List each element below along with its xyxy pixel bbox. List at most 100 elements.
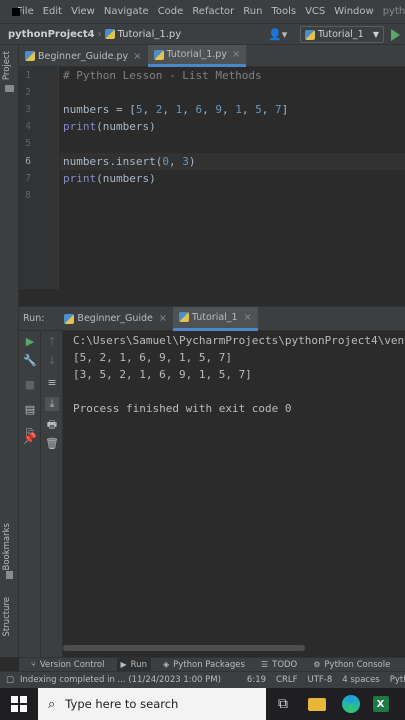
scroll-to-end-icon[interactable]: ⤓ bbox=[45, 397, 59, 411]
line-number-gutter: 1 2 3 4 5 6 7 8 bbox=[19, 67, 59, 289]
code-call: numbers.insert( bbox=[63, 155, 163, 168]
task-view-icon: ⧉ bbox=[278, 696, 288, 712]
status-message[interactable]: Indexing completed in ... (11/24/2023 1:… bbox=[20, 675, 221, 685]
python-console-icon: ⚙ bbox=[313, 660, 321, 669]
code-number: 6 bbox=[195, 103, 203, 116]
taskbar-search-placeholder: Type here to search bbox=[65, 697, 179, 711]
pin-icon[interactable]: 📌 bbox=[23, 432, 37, 446]
python-file-icon bbox=[64, 313, 75, 324]
stop-icon[interactable]: ■ bbox=[23, 378, 37, 392]
code-number: 9 bbox=[215, 103, 222, 116]
code-line-3: numbers = [5, 2, 1, 6, 9, 1, 5, 7] bbox=[63, 103, 289, 116]
line-number-current: 6 bbox=[25, 156, 31, 167]
menu-window[interactable]: Window bbox=[334, 6, 373, 17]
line-number: 2 bbox=[25, 87, 31, 98]
soft-wrap-icon[interactable]: ≡ bbox=[45, 376, 59, 390]
code-number: 2 bbox=[155, 103, 163, 116]
menu-vcs[interactable]: VCS bbox=[305, 6, 325, 17]
breadcrumb-file[interactable]: Tutorial_1.py bbox=[104, 29, 181, 40]
menu-run[interactable]: Run bbox=[243, 6, 262, 17]
file-encoding[interactable]: UTF-8 bbox=[307, 675, 332, 685]
code-editor[interactable]: 1 2 3 4 5 6 7 8 # Python Lesson - List M… bbox=[19, 67, 405, 289]
structure-tool-button[interactable]: Structure bbox=[2, 597, 12, 637]
branch-icon: ⑂ bbox=[31, 660, 36, 669]
trash-icon[interactable]: 🗑 bbox=[45, 437, 59, 451]
line-number: 8 bbox=[25, 190, 31, 201]
close-icon[interactable]: × bbox=[244, 312, 252, 323]
run-console[interactable]: C:\Users\Samuel\PycharmProjects\pythonPr… bbox=[63, 331, 405, 641]
console-line: C:\Users\Samuel\PycharmProjects\pythonPr… bbox=[73, 334, 405, 347]
tool-todo[interactable]: ☰ TODO bbox=[257, 658, 301, 672]
wrench-icon[interactable]: 🔧 bbox=[23, 354, 37, 368]
project-tool-button[interactable]: Project bbox=[2, 51, 12, 80]
run-icon[interactable] bbox=[391, 29, 400, 41]
tab-beginner-guide[interactable]: Beginner_Guide.py × bbox=[19, 45, 148, 67]
rerun-icon[interactable]: ▶ bbox=[23, 335, 37, 349]
start-button[interactable] bbox=[0, 688, 38, 720]
tab-tutorial-1[interactable]: Tutorial_1.py × bbox=[147, 45, 247, 67]
navigation-bar: pythonProject4 › Tutorial_1.py 👤▾ Tutori… bbox=[0, 23, 405, 45]
tool-python-packages[interactable]: ◈ Python Packages bbox=[159, 658, 249, 672]
file-explorer-button[interactable] bbox=[300, 688, 334, 720]
menu-edit[interactable]: Edit bbox=[43, 6, 62, 17]
close-icon[interactable]: × bbox=[159, 313, 167, 324]
run-tab-tutorial-1[interactable]: Tutorial_1 × bbox=[172, 306, 258, 331]
window-title: python bbox=[382, 6, 405, 17]
status-toggle-icon[interactable]: ▢ bbox=[6, 675, 14, 685]
task-view-button[interactable]: ⧉ bbox=[266, 688, 300, 720]
editor-divider[interactable] bbox=[19, 289, 405, 307]
arrow-down-icon[interactable]: ↓ bbox=[45, 354, 59, 368]
bookmarks-tool-button[interactable]: Bookmarks bbox=[2, 523, 12, 571]
menu-refactor[interactable]: Refactor bbox=[192, 6, 234, 17]
folder-icon bbox=[308, 697, 326, 711]
line-number: 5 bbox=[25, 138, 31, 149]
menu-tools[interactable]: Tools bbox=[271, 6, 296, 17]
list-icon: ☰ bbox=[260, 660, 269, 669]
close-icon[interactable]: × bbox=[232, 49, 240, 60]
windows-taskbar: ⌕ Type here to search ⧉ X bbox=[0, 688, 405, 720]
code-number: 1 bbox=[175, 103, 183, 116]
close-icon[interactable]: × bbox=[133, 51, 141, 62]
tool-python-console[interactable]: ⚙ Python Console bbox=[309, 658, 394, 672]
tool-version-control[interactable]: ⑂ Version Control bbox=[27, 658, 109, 672]
run-configuration-select[interactable]: Tutorial_1 ▼ bbox=[300, 26, 384, 43]
bookmark-icon bbox=[6, 571, 13, 579]
python-interpreter[interactable]: Pyth bbox=[390, 675, 405, 685]
code-line-4: print(numbers) bbox=[63, 120, 156, 133]
python-file-icon bbox=[104, 29, 115, 39]
run-tab-beginner-guide[interactable]: Beginner_Guide × bbox=[58, 307, 172, 331]
line-number: 3 bbox=[25, 104, 31, 115]
code-builtin: print bbox=[63, 172, 97, 185]
tab-label: Beginner_Guide.py bbox=[38, 50, 129, 62]
search-icon: ⌕ bbox=[48, 696, 56, 712]
caret-position[interactable]: 6:19 bbox=[247, 675, 266, 685]
arrow-up-icon[interactable]: ↑ bbox=[45, 335, 59, 349]
indent-setting[interactable]: 4 spaces bbox=[342, 675, 379, 685]
breadcrumb-project[interactable]: pythonProject4 bbox=[8, 29, 95, 40]
console-line: [3, 5, 2, 1, 6, 9, 1, 5, 7] bbox=[73, 368, 252, 381]
run-tab-label: Tutorial_1 bbox=[191, 311, 238, 323]
menu-navigate[interactable]: Navigate bbox=[104, 6, 149, 17]
tool-run[interactable]: ▶ Run bbox=[116, 657, 151, 672]
line-separator[interactable]: CRLF bbox=[276, 675, 297, 685]
layers-icon: ◈ bbox=[162, 660, 170, 669]
run-panel-label: Run: bbox=[23, 313, 45, 324]
run-tab-label: Beginner_Guide bbox=[77, 313, 153, 324]
line-number: 1 bbox=[25, 70, 31, 81]
console-line: [5, 2, 1, 6, 9, 1, 5, 7] bbox=[73, 351, 232, 364]
user-icon[interactable]: 👤▾ bbox=[268, 28, 287, 41]
tool-label: Run bbox=[130, 659, 147, 670]
folder-icon bbox=[5, 85, 14, 92]
layout-icon[interactable]: ▤ bbox=[23, 403, 37, 417]
print-icon[interactable]: 🖶 bbox=[45, 418, 59, 432]
excel-button[interactable]: X bbox=[368, 688, 393, 720]
code-number: 5 bbox=[135, 103, 143, 116]
console-horizontal-scrollbar[interactable] bbox=[63, 645, 305, 651]
windows-logo-icon bbox=[11, 696, 27, 712]
code-assign: numbers = [ bbox=[63, 103, 136, 116]
menu-view[interactable]: View bbox=[71, 6, 95, 17]
left-tool-strip: Project Bookmarks Structure bbox=[0, 45, 19, 657]
taskbar-search[interactable]: ⌕ Type here to search bbox=[38, 688, 266, 720]
menu-code[interactable]: Code bbox=[158, 6, 184, 17]
edge-button[interactable] bbox=[334, 688, 368, 720]
